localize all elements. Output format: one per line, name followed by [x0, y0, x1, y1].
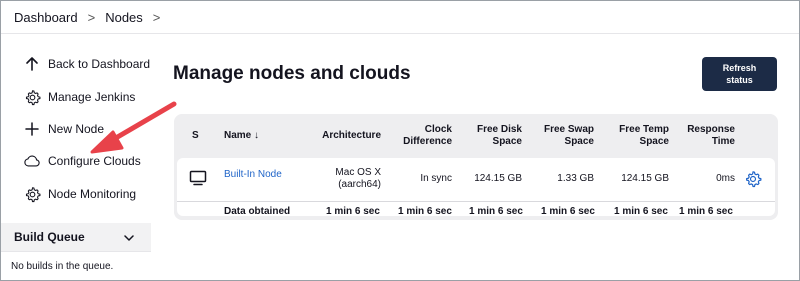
breadcrumb-separator: > [87, 9, 96, 25]
sidebar-item-configure-clouds[interactable]: Configure Clouds [1, 148, 151, 174]
arrow-up-icon [23, 55, 41, 73]
node-free-temp-space: 124.15 GB [621, 173, 669, 184]
gear-icon [23, 88, 41, 106]
column-header-name[interactable]: Name ↓ [224, 114, 284, 158]
node-name-link[interactable]: Built-In Node [224, 169, 284, 181]
sidebar-item-back-to-dashboard[interactable]: Back to Dashboard [1, 51, 151, 77]
sidebar: Back to Dashboard Manage Jenkins New Nod… [1, 34, 151, 280]
refresh-status-label: Refresh status [722, 63, 757, 85]
gear-icon [23, 185, 41, 203]
summary-architecture: 1 min 6 sec [326, 206, 380, 217]
build-queue-panel: Build Queue No builds in the queue. [1, 223, 151, 280]
sidebar-item-new-node[interactable]: New Node [1, 116, 151, 142]
build-queue-header[interactable]: Build Queue [1, 223, 151, 251]
sidebar-item-label: Manage Jenkins [48, 90, 136, 104]
sidebar-item-label: Configure Clouds [48, 154, 141, 168]
column-header-status[interactable]: S [192, 114, 204, 158]
breadcrumb: Dashboard > Nodes > [1, 1, 799, 33]
summary-free-swap-space: 1 min 6 sec [541, 206, 595, 217]
summary-divider [177, 201, 775, 202]
nodes-table: S Name ↓ Architecture Clock Difference F… [174, 114, 778, 220]
column-header-free-swap-space[interactable]: Free Swap Space [534, 114, 594, 158]
gear-icon[interactable] [744, 170, 762, 188]
sidebar-item-label: Node Monitoring [48, 187, 137, 201]
computer-icon [189, 169, 207, 187]
sidebar-item-label: New Node [48, 122, 105, 136]
sidebar-item-node-monitoring[interactable]: Node Monitoring [1, 181, 151, 207]
node-response-time: 0ms [716, 173, 735, 184]
build-queue-empty-text: No builds in the queue. [11, 261, 114, 272]
column-header-clock-difference[interactable]: Clock Difference [392, 114, 452, 158]
breadcrumb-nodes[interactable]: Nodes [105, 10, 143, 25]
node-clock-difference: In sync [420, 173, 452, 184]
cloud-icon [23, 152, 41, 170]
node-architecture: Mac OS X (aarch64) [335, 167, 381, 190]
breadcrumb-separator[interactable]: > [153, 10, 161, 25]
plus-icon [23, 120, 41, 138]
refresh-status-button[interactable]: Refresh status [702, 57, 777, 91]
column-header-response-time[interactable]: Response Time [678, 114, 735, 158]
column-header-free-disk-space[interactable]: Free Disk Space [465, 114, 522, 158]
build-queue-title: Build Queue [14, 230, 85, 244]
sidebar-item-label: Back to Dashboard [48, 57, 151, 71]
page-title: Manage nodes and clouds [173, 63, 411, 84]
chevron-down-icon[interactable] [123, 231, 135, 243]
build-queue-body: No builds in the queue. [1, 251, 151, 280]
node-free-disk-space: 124.15 GB [474, 173, 522, 184]
summary-label: Data obtained [224, 206, 291, 217]
column-header-free-temp-space[interactable]: Free Temp Space [607, 114, 669, 158]
breadcrumb-dashboard[interactable]: Dashboard [14, 10, 78, 25]
jenkins-window: Dashboard > Nodes > Back to Dashboard Ma… [0, 0, 800, 281]
summary-response-time: 1 min 6 sec [679, 206, 733, 217]
summary-clock-difference: 1 min 6 sec [398, 206, 452, 217]
summary-free-temp-space: 1 min 6 sec [614, 206, 668, 217]
summary-free-disk-space: 1 min 6 sec [469, 206, 523, 217]
node-free-swap-space: 1.33 GB [557, 173, 594, 184]
column-header-architecture[interactable]: Architecture [304, 114, 381, 158]
sidebar-item-manage-jenkins[interactable]: Manage Jenkins [1, 84, 151, 110]
